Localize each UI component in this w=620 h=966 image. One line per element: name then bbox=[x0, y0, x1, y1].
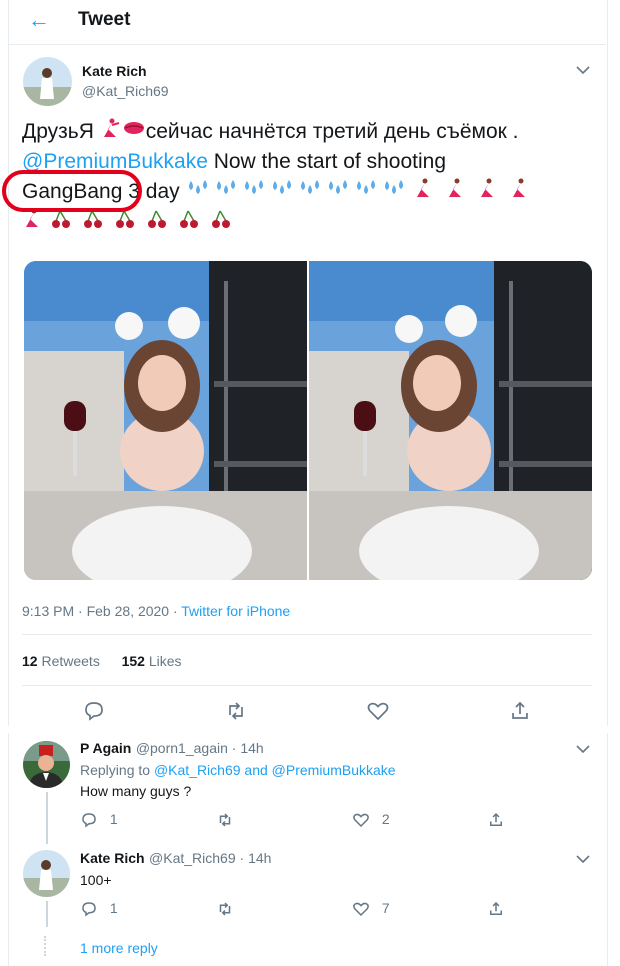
like-count: 7 bbox=[381, 900, 390, 916]
thread-line bbox=[46, 901, 48, 927]
replying-to: Replying to @Kat_Rich69 and @PremiumBukk… bbox=[80, 762, 396, 778]
dancer-emoji-icon bbox=[100, 117, 122, 148]
more-replies-link[interactable]: 1 more reply bbox=[80, 940, 158, 956]
replying-to-mentions[interactable]: @Kat_Rich69 and @PremiumBukkake bbox=[154, 762, 396, 778]
kiss-lips-icon bbox=[122, 117, 146, 148]
tweet-photo-left[interactable] bbox=[24, 261, 307, 580]
reply-header: P Again @porn1_again · 14h bbox=[80, 740, 264, 758]
dancer-cherries-emoji-row bbox=[22, 207, 242, 242]
reply-count: 1 bbox=[109, 900, 118, 916]
avatar[interactable] bbox=[23, 741, 70, 788]
sweat-droplets-emoji-row bbox=[185, 177, 407, 208]
share-icon[interactable] bbox=[487, 900, 505, 918]
tweet-photo-right[interactable] bbox=[309, 261, 592, 580]
retweets-label[interactable]: Retweets bbox=[38, 653, 99, 669]
chevron-down-icon[interactable] bbox=[576, 62, 590, 78]
chevron-down-icon[interactable] bbox=[576, 741, 590, 757]
reply-author-name[interactable]: Kate Rich bbox=[80, 850, 145, 866]
page-title: Tweet bbox=[78, 9, 131, 30]
thread-dots bbox=[44, 936, 50, 956]
divider bbox=[22, 634, 592, 635]
reply-text: 100+ bbox=[80, 872, 112, 888]
like-action[interactable]: 2 bbox=[352, 811, 390, 829]
retweets-count[interactable]: 12 bbox=[22, 653, 38, 669]
timestamp-text[interactable]: 9:13 PM · Feb 28, 2020 · bbox=[22, 603, 181, 619]
tweet-timestamp: 9:13 PM · Feb 28, 2020 · Twitter for iPh… bbox=[22, 603, 290, 619]
like-action[interactable]: 7 bbox=[352, 900, 390, 918]
reply-author-handle[interactable]: @Kat_Rich69 · 14h bbox=[149, 850, 271, 866]
retweet-icon[interactable] bbox=[224, 699, 248, 723]
dancer-emoji-row bbox=[413, 177, 537, 208]
tweet-text-english: Now the start of shooting bbox=[207, 150, 447, 173]
reply-text: How many guys ? bbox=[80, 783, 192, 799]
reply-icon[interactable] bbox=[82, 699, 106, 723]
thread-line bbox=[46, 792, 48, 844]
reply-action[interactable]: 1 bbox=[80, 900, 118, 918]
retweet-icon[interactable] bbox=[216, 900, 234, 918]
tweet-stats: 12 Retweets 152 Likes bbox=[22, 653, 182, 669]
replying-to-prefix: Replying to bbox=[80, 762, 154, 778]
section-gap bbox=[0, 726, 620, 733]
avatar[interactable] bbox=[23, 57, 72, 106]
share-icon[interactable] bbox=[508, 699, 532, 723]
chevron-down-icon[interactable] bbox=[576, 851, 590, 867]
red-annotation-circle bbox=[2, 170, 142, 212]
author-name[interactable]: Kate Rich bbox=[82, 63, 147, 79]
tweet-text-word: ДрузьЯ bbox=[22, 120, 94, 144]
likes-label[interactable]: Likes bbox=[145, 653, 182, 669]
divider bbox=[22, 685, 592, 686]
page-header: ← Tweet bbox=[8, 0, 606, 45]
reply-header: Kate Rich @Kat_Rich69 · 14h bbox=[80, 850, 271, 868]
source-link[interactable]: Twitter for iPhone bbox=[181, 603, 290, 619]
share-icon[interactable] bbox=[487, 811, 505, 829]
reply-action[interactable]: 1 bbox=[80, 811, 118, 829]
like-icon[interactable] bbox=[366, 699, 390, 723]
avatar[interactable] bbox=[23, 850, 70, 897]
likes-count[interactable]: 152 bbox=[122, 653, 145, 669]
tweet-text-russian: сейчас начнётся третий день съёмок . bbox=[145, 120, 519, 144]
author-handle[interactable]: @Kat_Rich69 bbox=[82, 83, 169, 99]
reply-count: 1 bbox=[109, 811, 118, 827]
reply-author-name[interactable]: P Again bbox=[80, 740, 131, 756]
retweet-icon[interactable] bbox=[216, 811, 234, 829]
reply-author-handle[interactable]: @porn1_again · 14h bbox=[136, 740, 264, 756]
arrow-left-icon[interactable]: ← bbox=[28, 9, 50, 31]
like-count: 2 bbox=[381, 811, 390, 827]
